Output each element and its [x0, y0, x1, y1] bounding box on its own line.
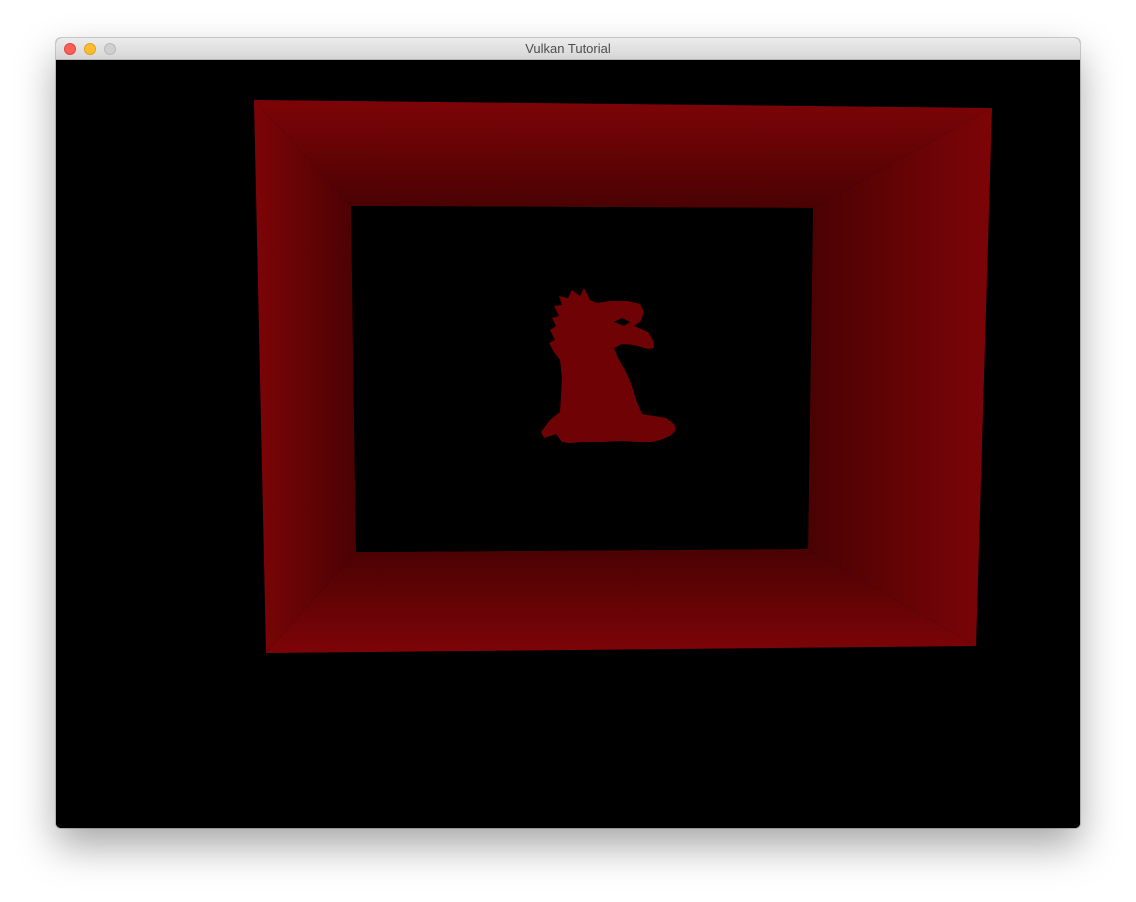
title-bar[interactable]: Vulkan Tutorial	[56, 38, 1080, 60]
app-window: Vulkan Tutorial	[56, 38, 1080, 828]
render-viewport[interactable]	[56, 60, 1080, 828]
render-canvas	[56, 60, 1080, 828]
window-title: Vulkan Tutorial	[525, 41, 611, 56]
